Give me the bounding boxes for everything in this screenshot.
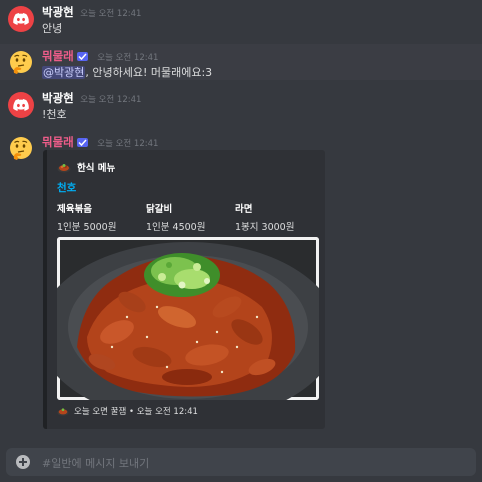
plus-circle-icon[interactable] [16, 455, 30, 469]
field-name: 닭갈비 [146, 204, 173, 215]
embed-title[interactable]: 천호 [57, 180, 76, 195]
message-input-bar: #일반에 메시지 보내기 [6, 448, 476, 476]
bot-check-icon [76, 137, 88, 147]
message-header: 박광현 오늘 오전 12:41 [42, 90, 141, 106]
field-name: 제육볶음 [57, 204, 92, 215]
thinking-face-icon[interactable] [8, 135, 34, 161]
embed-author-name: 한식 메뉴 [77, 163, 116, 174]
spicy-pork-dish-photo[interactable] [57, 237, 319, 400]
message-1: 박광현 오늘 오전 12:41 안녕 [0, 4, 482, 38]
message-content: @박광현, 안녕하세요! 머물래에요:3 [42, 64, 212, 80]
food-icon [57, 164, 71, 173]
timestamp: 오늘 오전 12:41 [80, 9, 142, 19]
message-content: !천호 [42, 108, 67, 121]
bot-check-icon [76, 51, 88, 61]
message-3: 박광현 오늘 오전 12:41 !천호 [0, 90, 482, 124]
username[interactable]: 박광현 [42, 5, 74, 19]
embed-footer-text: 오늘 오면 꿀잼 • 오늘 오전 12:41 [74, 407, 198, 417]
user-mention[interactable]: @박광현 [42, 66, 86, 79]
username[interactable]: 뭐물래 [42, 49, 74, 63]
message-header: 박광현 오늘 오전 12:41 [42, 4, 141, 20]
embed-field: 제육볶음 1인분 5000원 [57, 201, 147, 233]
field-value: 1봉지 3000원 [235, 222, 295, 233]
embed-field: 닭갈비 1인분 4500원 [146, 201, 236, 233]
field-value: 1인분 5000원 [57, 222, 117, 233]
username[interactable]: 박광현 [42, 91, 74, 105]
message-text: , 안녕하세요! 머물래에요:3 [85, 66, 213, 79]
discord-logo-icon[interactable] [8, 6, 34, 32]
username[interactable]: 뭐물래 [42, 135, 74, 149]
embed-author: 한식 메뉴 [57, 160, 115, 174]
discord-logo-icon[interactable] [8, 92, 34, 118]
timestamp: 오늘 오전 12:41 [97, 53, 159, 63]
thinking-face-icon[interactable] [8, 49, 34, 75]
message-header: 뭐물래 오늘 오전 12:41 [42, 134, 158, 150]
timestamp: 오늘 오전 12:41 [80, 95, 142, 105]
menu-embed: 한식 메뉴 천호 제육볶음 1인분 5000원 닭갈비 1인분 4500원 라면… [43, 150, 325, 429]
message-content: 안녕 [42, 22, 63, 35]
food-icon [57, 408, 69, 416]
embed-field: 라면 1봉지 3000원 [235, 201, 325, 233]
message-input[interactable]: #일반에 메시지 보내기 [42, 455, 149, 471]
field-value: 1인분 4500원 [146, 222, 206, 233]
timestamp: 오늘 오전 12:41 [97, 139, 159, 149]
embed-footer: 오늘 오면 꿀잼 • 오늘 오전 12:41 [57, 405, 198, 417]
message-2: 뭐물래 오늘 오전 12:41 @박광현, 안녕하세요! 머물래에요:3 [0, 44, 482, 80]
field-name: 라면 [235, 204, 253, 215]
message-header: 뭐물래 오늘 오전 12:41 [42, 48, 158, 64]
